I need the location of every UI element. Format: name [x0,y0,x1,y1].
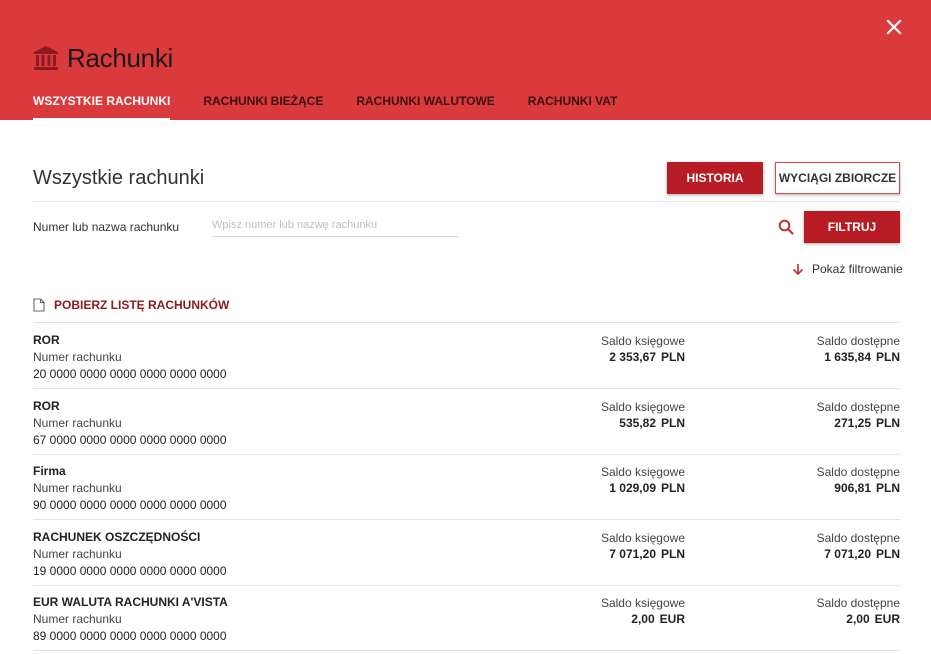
account-number-label: Numer rachunku [33,350,122,364]
available-balance: Saldo dostępne 271,25 PLN [817,399,900,432]
row-divider [33,650,900,651]
tab-bar: WSZYSTKIE RACHUNKI RACHUNKI BIEŻĄCE RACH… [33,94,650,120]
book-balance-currency: PLN [661,481,685,495]
available-balance-label: Saldo dostępne [816,596,900,610]
available-balance: Saldo dostępne 906,81 PLN [817,464,900,497]
book-balance-currency: PLN [661,350,685,364]
book-balance-label: Saldo księgowe [600,400,685,414]
book-balance-amount: 1 029,09 [609,481,656,495]
book-balance-label: Saldo księgowe [600,596,685,610]
book-balance-label: Saldo księgowe [600,334,685,348]
account-number-label: Numer rachunku [33,547,122,561]
available-balance-label: Saldo dostępne [816,531,900,545]
available-balance-currency: PLN [876,350,900,364]
search-icon[interactable] [778,219,794,235]
account-row[interactable]: ROR Numer rachunku 67 0000 0000 0000 0000 … [33,389,900,454]
available-balance-label: Saldo dostępne [816,465,900,479]
available-balance: Saldo dostępne 2,00 EUR [817,595,900,628]
tab-currency-accounts[interactable]: RACHUNKI WALUTOWE [356,94,494,120]
tab-vat-accounts[interactable]: RACHUNKI VAT [528,94,618,120]
show-filtering-label: Pokaż filtrowanie [812,262,903,276]
available-balance: Saldo dostępne 7 071,20 PLN [817,530,900,563]
filter-button[interactable]: FILTRUJ [804,211,900,243]
page-title-row: Rachunki [33,42,173,74]
download-list-link[interactable]: POBIERZ LISTĘ RACHUNKÓW [33,298,229,312]
account-number-label: Numer rachunku [33,481,122,495]
available-balance-amount: 1 635,84 [824,350,871,364]
book-balance-currency: PLN [661,547,685,561]
account-number: 67 0000 0000 0000 0000 0000 0000 [33,433,227,447]
account-row[interactable]: RACHUNEK OSZCZĘDNOŚCI Numer rachunku 19 00… [33,520,900,585]
document-icon [33,298,45,312]
available-balance-currency: PLN [876,547,900,561]
available-balance: Saldo dostępne 1 635,84 PLN [817,333,900,366]
available-balance-currency: EUR [874,612,900,626]
account-name: Firma [33,464,66,478]
download-list-label: POBIERZ LISTĘ RACHUNKÓW [54,298,230,312]
statements-button[interactable]: WYCIĄGI ZBIORCZE [775,162,900,194]
book-balance: Saldo księgowe 2 353,67 PLN [601,333,685,366]
account-row[interactable]: Firma Numer rachunku 90 0000 0000 0000 000… [33,454,900,519]
divider [33,201,900,202]
page-title: Rachunki [67,42,173,73]
account-number-label: Numer rachunku [33,612,122,626]
account-number: 90 0000 0000 0000 0000 0000 0000 [33,498,227,512]
account-row[interactable]: ROR Numer rachunku 20 0000 0000 0000 0000 … [33,323,900,388]
book-balance-label: Saldo księgowe [600,531,685,545]
book-balance: Saldo księgowe 535,82 PLN [601,399,685,432]
account-number: 89 0000 0000 0000 0000 0000 0000 [33,629,227,643]
available-balance-amount: 906,81 [834,481,871,495]
header: Rachunki WSZYSTKIE RACHUNKI RACHUNKI BIE… [0,0,931,120]
account-name: RACHUNEK OSZCZĘDNOŚCI [33,530,201,544]
filter-label: Numer lub nazwa rachunku [33,220,180,234]
tab-current-accounts[interactable]: RACHUNKI BIEŻĄCE [203,94,323,120]
available-balance-amount: 7 071,20 [824,547,871,561]
account-row[interactable]: EUR WALUTA RACHUNKI A'VISTA Numer rachunk… [33,585,900,650]
arrow-down-icon [792,263,804,275]
account-number: 19 0000 0000 0000 0000 0000 0000 [33,564,227,578]
show-filtering-link[interactable]: Pokaż filtrowanie [792,262,903,276]
book-balance-amount: 2,00 [631,612,655,626]
bank-icon [34,46,58,70]
book-balance-currency: EUR [659,612,685,626]
book-balance-amount: 7 071,20 [609,547,656,561]
account-name: EUR WALUTA RACHUNKI A'VISTA [33,595,228,609]
book-balance: Saldo księgowe 7 071,20 PLN [601,530,685,563]
available-balance-label: Saldo dostępne [816,400,900,414]
book-balance: Saldo księgowe 1 029,09 PLN [601,464,685,497]
book-balance-amount: 2 353,67 [609,350,656,364]
available-balance-currency: PLN [876,481,900,495]
section-title: Wszystkie rachunki [33,167,205,189]
account-number-label: Numer rachunku [33,416,122,430]
account-name: ROR [33,399,60,413]
tab-all-accounts[interactable]: WSZYSTKIE RACHUNKI [33,94,171,120]
available-balance-amount: 271,25 [834,416,871,430]
account-number: 20 0000 0000 0000 0000 0000 0000 [33,367,227,381]
close-icon[interactable] [884,17,904,37]
book-balance-currency: PLN [661,416,685,430]
available-balance-currency: PLN [876,416,900,430]
book-balance: Saldo księgowe 2,00 EUR [601,595,685,628]
book-balance-amount: 535,82 [619,416,656,430]
account-name: ROR [33,333,60,347]
history-button[interactable]: HISTORIA [667,162,763,194]
available-balance-amount: 2,00 [846,612,870,626]
account-search-input[interactable] [212,214,459,237]
available-balance-label: Saldo dostępne [816,334,900,348]
book-balance-label: Saldo księgowe [600,465,685,479]
